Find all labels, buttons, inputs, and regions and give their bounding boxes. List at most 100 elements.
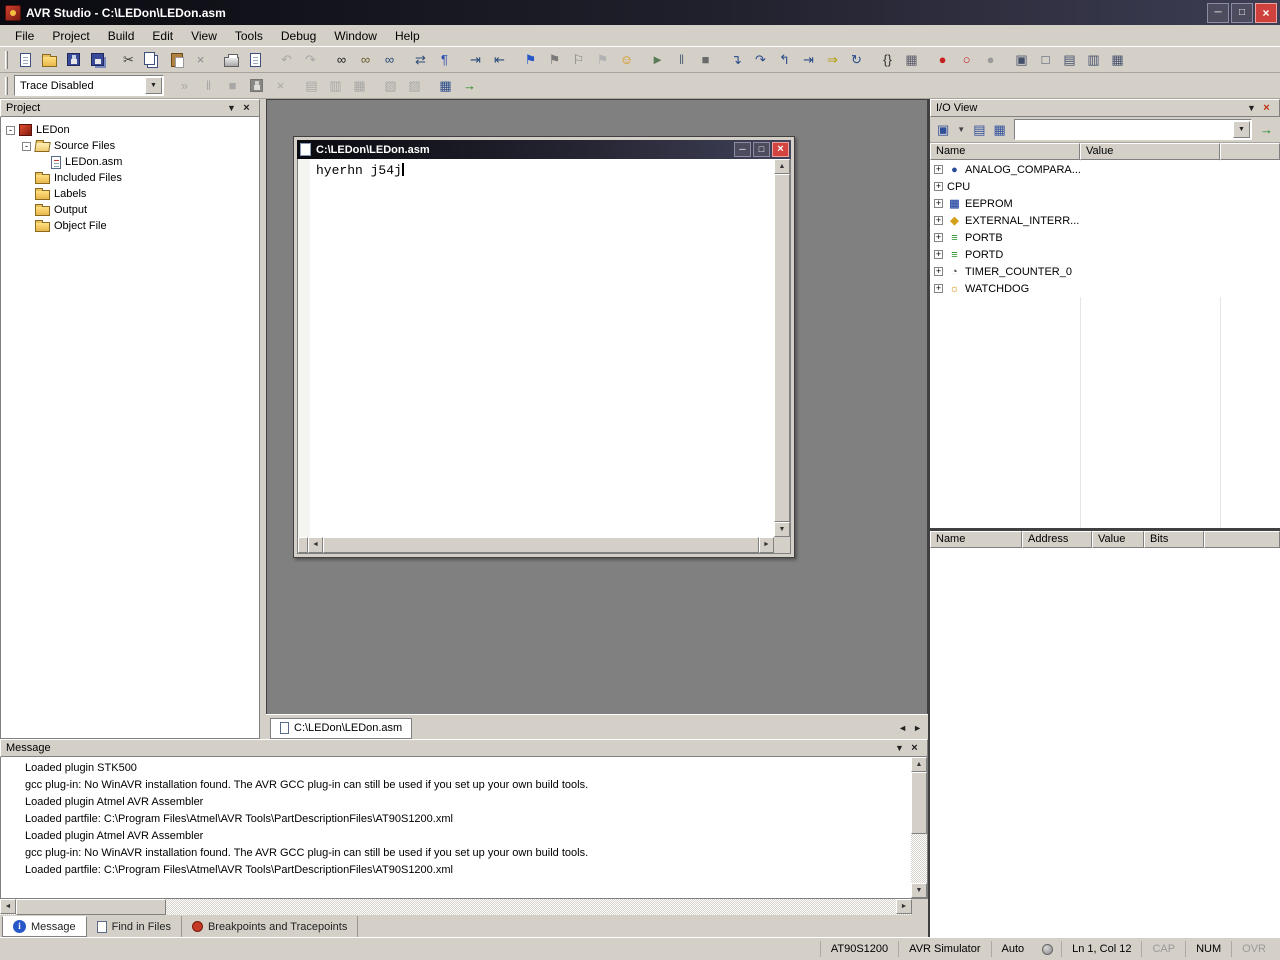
row-expander[interactable]: + [934, 216, 947, 225]
menu-item[interactable]: File [6, 26, 43, 46]
print-preview-button[interactable] [244, 49, 267, 71]
toolbar-grip[interactable] [5, 77, 8, 95]
row-expander[interactable]: + [934, 284, 947, 293]
new-file-button[interactable] [14, 49, 37, 71]
menu-item[interactable]: Window [325, 26, 386, 46]
paste-button[interactable] [165, 49, 188, 71]
scroll-left-icon[interactable]: ◄ [308, 537, 323, 553]
panel-collapse-button[interactable]: ▼ [224, 101, 239, 115]
minimize-button[interactable]: ─ [734, 142, 751, 157]
find-in-files-button[interactable]: ∞ [354, 49, 377, 71]
panel-close-button[interactable]: × [1259, 101, 1274, 115]
scrollbar-thumb[interactable] [774, 174, 790, 522]
maximize-button[interactable]: □ [753, 142, 770, 157]
menu-item[interactable]: Edit [143, 26, 182, 46]
undo-button[interactable]: ↶ [275, 49, 298, 71]
tile-windows-button[interactable]: □ [1034, 49, 1057, 71]
column-header[interactable]: Name [930, 143, 1080, 160]
menu-item[interactable]: Debug [272, 26, 325, 46]
indent-button[interactable]: ⇥ [464, 49, 487, 71]
menu-item[interactable]: Project [43, 26, 98, 46]
io-module-row[interactable]: + ≡ PORTD [930, 246, 1280, 263]
tree-item[interactable]: - LEDon [1, 122, 259, 138]
disassembler-view-button[interactable]: ▨ [403, 75, 426, 97]
message-horizontal-scrollbar[interactable]: ◄ ► [0, 899, 928, 915]
previous-bookmark-button[interactable]: ⚐ [567, 49, 590, 71]
eeprom-memory-button[interactable]: ▦ [348, 75, 371, 97]
row-expander[interactable]: + [934, 165, 947, 174]
minimize-button[interactable]: ─ [1207, 3, 1229, 23]
step-into-button[interactable]: ↴ [725, 49, 748, 71]
memory-window-button[interactable]: ▦ [1106, 49, 1129, 71]
io-module-row[interactable]: + ≡ PORTB [930, 229, 1280, 246]
document-tab[interactable]: C:\LEDon\LEDon.asm [270, 718, 412, 739]
copy-button[interactable] [141, 49, 164, 71]
clear-bookmarks-button[interactable]: ⚑ [591, 49, 614, 71]
toggle-whitespace-button[interactable]: ¶ [433, 49, 456, 71]
column-header[interactable]: Value [1080, 143, 1220, 160]
row-expander[interactable]: + [934, 267, 947, 276]
menu-item[interactable]: Help [386, 26, 429, 46]
row-expander[interactable]: + [934, 182, 947, 191]
tree-item[interactable]: Included Files [1, 170, 259, 186]
toggle-breakpoint-button[interactable]: ● [931, 49, 954, 71]
save-file-button[interactable] [62, 49, 85, 71]
output-tab[interactable]: Breakpoints and Tracepoints [182, 916, 358, 937]
chevron-down-icon[interactable]: ▼ [145, 77, 162, 94]
tree-item[interactable]: Object File [1, 218, 259, 234]
redo-button[interactable]: ↷ [299, 49, 322, 71]
io-list-view-button[interactable]: ▤ [970, 120, 988, 140]
stop-debugging-button[interactable]: ■ [694, 49, 717, 71]
register-view-button[interactable]: ▧ [379, 75, 402, 97]
scroll-down-icon[interactable]: ▼ [911, 883, 927, 898]
editor-horizontal-scrollbar[interactable]: ◄ ► [298, 537, 774, 553]
io-grid-view-button[interactable]: ▦ [991, 120, 1009, 140]
scrollbar-thumb[interactable] [16, 899, 166, 915]
io-module-row[interactable]: + ● ANALOG_COMPARA... [930, 161, 1280, 178]
message-vertical-scrollbar[interactable]: ▲ ▼ [911, 757, 927, 898]
save-all-button[interactable] [86, 49, 109, 71]
scroll-down-icon[interactable]: ▼ [774, 522, 790, 537]
column-header[interactable]: Value [1092, 531, 1144, 548]
auto-step-button[interactable]: ↻ [845, 49, 868, 71]
output-window-button[interactable]: ▤ [1058, 49, 1081, 71]
tree-item[interactable]: Labels [1, 186, 259, 202]
data-memory-button[interactable]: ▥ [324, 75, 347, 97]
row-expander[interactable]: + [934, 233, 947, 242]
io-module-row[interactable]: + ◆ EXTERNAL_INTERR... [930, 212, 1280, 229]
quickwatch-button[interactable]: {} [876, 49, 899, 71]
find-next-button[interactable]: ∞ [378, 49, 401, 71]
scrollbar-track[interactable] [911, 834, 927, 883]
tree-item[interactable]: Output [1, 202, 259, 218]
io-module-row[interactable]: + CPU [930, 178, 1280, 195]
column-header[interactable]: Bits [1144, 531, 1204, 548]
code-editor[interactable]: hyerhn j54j [298, 159, 774, 537]
menu-item[interactable]: View [182, 26, 226, 46]
run-to-cursor-button[interactable]: ⇥ [797, 49, 820, 71]
column-header[interactable]: Name [930, 531, 1022, 548]
panel-collapse-button[interactable]: ▼ [892, 741, 907, 755]
trace-mode-combobox[interactable]: Trace Disabled ▼ [14, 75, 164, 96]
step-out-button[interactable]: ↰ [773, 49, 796, 71]
watch-window-button[interactable]: ▥ [1082, 49, 1105, 71]
row-expander[interactable]: + [934, 250, 947, 259]
editor-window-titlebar[interactable]: C:\LEDon\LEDon.asm ─ □ × [297, 140, 791, 159]
trace-run-button[interactable]: » [173, 75, 196, 97]
outdent-button[interactable]: ⇤ [488, 49, 511, 71]
save-trace-button[interactable] [245, 75, 268, 97]
scroll-right-icon[interactable]: ► [759, 537, 774, 553]
scrollbar-track[interactable] [166, 899, 896, 915]
tab-scroll-left-icon[interactable]: ◄ [898, 723, 907, 733]
io-view-toggle-button[interactable]: ▦ [434, 75, 457, 97]
scroll-up-icon[interactable]: ▲ [911, 757, 927, 772]
open-file-button[interactable] [38, 49, 61, 71]
trace-pause-button[interactable]: ‖ [197, 75, 220, 97]
scrollbar-thumb[interactable] [323, 537, 759, 553]
panel-collapse-button[interactable]: ▼ [1244, 101, 1259, 115]
disable-breakpoints-button[interactable]: ● [979, 49, 1002, 71]
toggle-bookmark-button[interactable]: ⚑ [519, 49, 542, 71]
cut-button[interactable]: ✂ [117, 49, 140, 71]
panel-close-button[interactable]: × [239, 101, 254, 115]
tree-expander[interactable]: - [6, 126, 19, 135]
close-button[interactable]: × [772, 142, 789, 157]
